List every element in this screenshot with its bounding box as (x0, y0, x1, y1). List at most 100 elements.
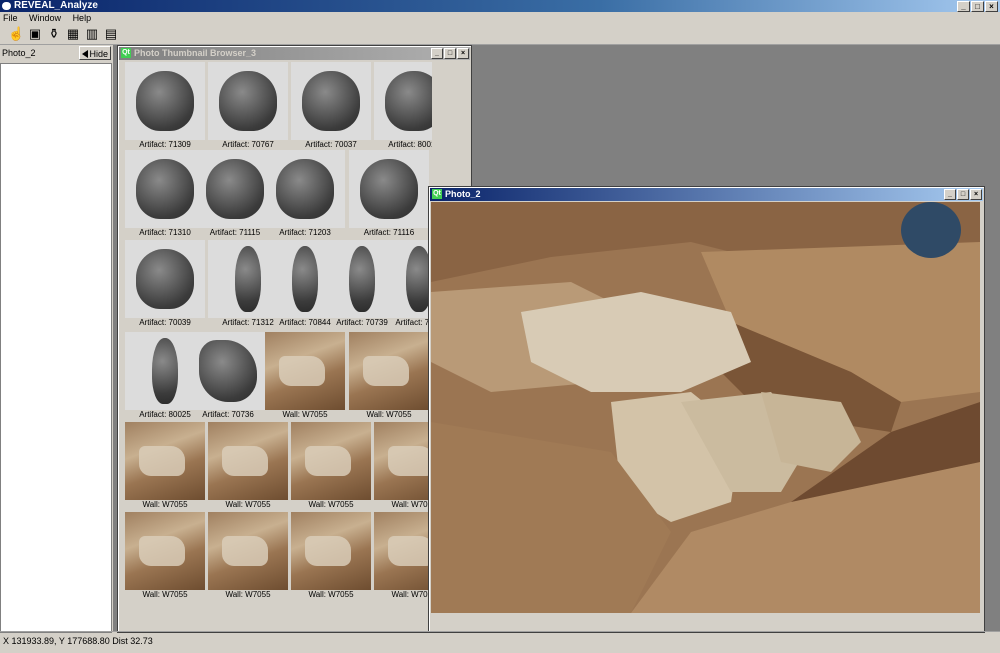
thumbnail-browser-title: Photo Thumbnail Browser_3 (134, 48, 257, 58)
close-button[interactable]: × (457, 48, 469, 59)
thumbnail-item[interactable]: Wall: W7055 (125, 512, 205, 602)
thumbnail-item[interactable]: Artifact: 80013 (374, 62, 432, 152)
toolbar: ☝ ▣ ⚱ ▦ ▥ ▤ (0, 24, 1000, 45)
thumbnail-image (125, 512, 205, 590)
mdi-area: Qt Photo Thumbnail Browser_3 _ □ × Artif… (113, 45, 1000, 633)
thumbnail-item[interactable]: Wall: W7055 (349, 332, 429, 422)
thumbnail-item[interactable]: Artifact: 70767 (208, 62, 288, 152)
thumbnail-label: Wall: W7055 (142, 590, 188, 599)
thumbnail-image (208, 62, 288, 140)
thumbnail-item[interactable]: Wall: W7055 (265, 332, 345, 422)
thumbnail-label: Artifact: 70767 (222, 140, 274, 149)
excavation-photo-image (431, 202, 980, 613)
thumbnail-label: Wall: W7055 (391, 500, 432, 509)
thumbnail-label: Wall: W7055 (308, 500, 354, 509)
thumbnail-item[interactable]: Wall: W7055 (374, 422, 432, 512)
close-button[interactable]: × (970, 189, 982, 200)
thumbnail-image (374, 62, 432, 140)
thumbnail-label: Artifact: 7120 (395, 318, 432, 327)
thumbnail-label: Artifact: 71203 (279, 228, 331, 237)
thumbnail-label: Artifact: 70037 (305, 140, 357, 149)
thumbnail-item[interactable]: Artifact: 71115 (195, 150, 275, 240)
thumbnail-item[interactable]: Artifact: 71309 (125, 62, 205, 152)
thumbnail-item[interactable]: Artifact: 71116 (349, 150, 429, 240)
thumbnail-item[interactable]: Artifact: 70039 (125, 240, 205, 330)
thumbnail-label: Wall: W7055 (225, 500, 271, 509)
thumbnail-image (349, 150, 429, 228)
thumbnail-image (208, 512, 288, 590)
menu-file[interactable]: File (3, 13, 18, 23)
status-bar: X 131933.89, Y 177688.80 Dist 32.73 (0, 631, 1000, 653)
close-button[interactable]: × (985, 1, 998, 12)
photo-icon[interactable]: ▣ (27, 26, 43, 42)
thumbnail-image (208, 422, 288, 500)
thumbnail-image (125, 62, 205, 140)
thumbnail-label: Artifact: 71115 (209, 228, 261, 237)
arrow-left-icon (82, 50, 88, 58)
minimize-button[interactable]: _ (944, 189, 956, 200)
thumbnail-image (291, 62, 371, 140)
thumbnail-image (374, 422, 432, 500)
maximize-button[interactable]: □ (444, 48, 456, 59)
thumbnail-item[interactable]: Artifact: 70037 (291, 62, 371, 152)
thumbnail-label: Wall: W7055 (366, 410, 412, 419)
thumbnail-image (125, 422, 205, 500)
menubar: File Window Help (0, 12, 1000, 24)
thumbnail-item[interactable]: Wall: W7055 (125, 422, 205, 512)
thumbnail-label: Artifact: 70736 (202, 410, 254, 419)
thumbnail-label: Wall: W7055 (282, 410, 328, 419)
thumbnail-label: Wall: W7055 (308, 590, 354, 599)
minimize-button[interactable]: _ (431, 48, 443, 59)
thumbnail-label: Artifact: 70039 (139, 318, 191, 327)
app-title: REVEAL_Analyze (14, 0, 98, 11)
thumbnail-image (125, 150, 205, 228)
thumbnail-label: Wall: W7055 (391, 590, 432, 599)
thumbnail-item[interactable]: Wall: W7055 (374, 512, 432, 602)
pointer-icon[interactable]: ☝ (8, 26, 24, 42)
thumbnail-label: Artifact: 71309 (139, 140, 191, 149)
app-icon (2, 2, 11, 10)
table-icon[interactable]: ▦ (65, 26, 81, 42)
qt-icon: Qt (432, 189, 442, 199)
excavation-photo[interactable] (431, 202, 980, 613)
status-coordinates: X 131933.89, Y 177688.80 Dist 32.73 (3, 636, 153, 646)
thumbnail-item[interactable]: Artifact: 71203 (265, 150, 345, 240)
thumbnail-item[interactable]: Wall: W7055 (208, 512, 288, 602)
thumbnail-image (291, 512, 371, 590)
left-panel-list[interactable] (0, 63, 112, 633)
thumbnail-item[interactable]: Artifact: 70736 (188, 332, 268, 422)
thumbnail-image (265, 150, 345, 228)
menu-help[interactable]: Help (73, 13, 92, 23)
thumbnail-image (125, 240, 205, 318)
menu-window[interactable]: Window (29, 13, 61, 23)
thumbnail-label: Artifact: 71310 (139, 228, 191, 237)
thumbnail-label: Wall: W7055 (225, 590, 271, 599)
report-icon[interactable]: ▤ (103, 26, 119, 42)
thumbnail-item[interactable]: Artifact: 7120 (379, 240, 432, 330)
minimize-button[interactable]: _ (957, 1, 970, 12)
thumbnail-image (265, 332, 345, 410)
maximize-button[interactable]: □ (971, 1, 984, 12)
thumbnail-label: Artifact: 71116 (363, 228, 415, 237)
thumbnail-image (349, 332, 429, 410)
artifact-icon[interactable]: ⚱ (46, 26, 62, 42)
left-panel: Photo_2 Hide (0, 45, 112, 633)
columns-icon[interactable]: ▥ (84, 26, 100, 42)
thumbnail-image (195, 150, 275, 228)
thumbnail-image (291, 422, 371, 500)
thumbnail-label: Artifact: 80013 (388, 140, 432, 149)
qt-icon: Qt (121, 48, 131, 58)
left-panel-title: Photo_2 (2, 48, 36, 58)
thumbnail-item[interactable]: Artifact: 71310 (125, 150, 205, 240)
thumbnail-item[interactable]: Wall: W7055 (291, 422, 371, 512)
app-titlebar: REVEAL_Analyze _ □ × (0, 0, 1000, 12)
photo-window: Qt Photo_2 _ □ × (428, 186, 985, 633)
thumbnail-item[interactable]: Wall: W7055 (208, 422, 288, 512)
thumbnail-item[interactable]: Wall: W7055 (291, 512, 371, 602)
thumbnail-browser-window: Qt Photo Thumbnail Browser_3 _ □ × Artif… (117, 45, 472, 633)
maximize-button[interactable]: □ (957, 189, 969, 200)
thumbnail-image (374, 512, 432, 590)
hide-button[interactable]: Hide (79, 46, 111, 60)
thumbnail-image (379, 240, 432, 318)
photo-window-title: Photo_2 (445, 189, 481, 199)
